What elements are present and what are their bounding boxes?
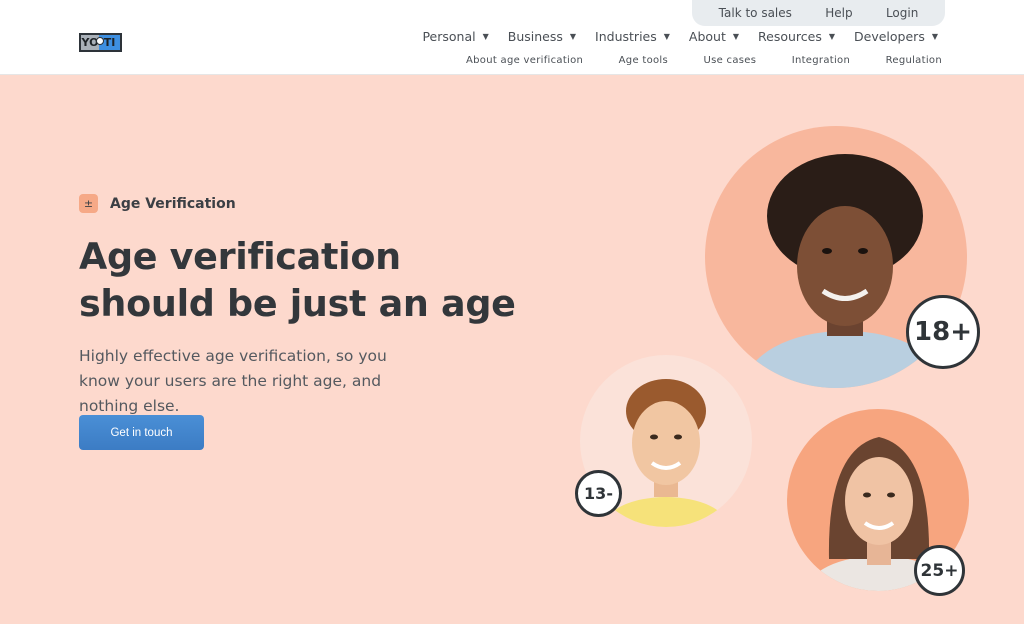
nav-item-about[interactable]: About ▼ — [689, 29, 739, 44]
nav-item-label: Personal — [422, 29, 476, 44]
nav-item-industries[interactable]: Industries ▼ — [595, 29, 670, 44]
chevron-down-icon: ▼ — [569, 32, 577, 41]
help-link[interactable]: Help — [825, 6, 852, 20]
chevron-down-icon: ▼ — [828, 32, 836, 41]
utility-nav: Talk to sales Help Login — [692, 0, 945, 26]
nav-item-label: Resources — [758, 29, 822, 44]
nav-item-resources[interactable]: Resources ▼ — [758, 29, 835, 44]
age-badge-25-plus: 25+ — [914, 545, 965, 596]
logo-dot-icon — [96, 37, 104, 45]
nav-item-business[interactable]: Business ▼ — [508, 29, 576, 44]
get-in-touch-button[interactable]: Get in touch — [79, 415, 204, 450]
chevron-down-icon: ▼ — [663, 32, 670, 41]
section-badge-label: Age Verification — [110, 195, 236, 212]
sub-nav-regulation[interactable]: Regulation — [886, 55, 942, 66]
nav-item-personal[interactable]: Personal ▼ — [422, 29, 488, 44]
hero-subtitle: Highly effective age verification, so yo… — [79, 347, 387, 415]
login-link[interactable]: Login — [886, 6, 918, 20]
talk-to-sales-link[interactable]: Talk to sales — [719, 6, 792, 20]
sub-nav-use-cases[interactable]: Use cases — [703, 55, 756, 66]
sub-nav-about-age-verification[interactable]: About age verification — [466, 55, 583, 66]
nav-item-label: Industries — [595, 29, 657, 44]
main-nav: Personal ▼ Business ▼ Industries ▼ About… — [422, 29, 938, 44]
chevron-down-icon: ▼ — [482, 32, 489, 41]
sub-nav-age-tools[interactable]: Age tools — [619, 55, 668, 66]
site-header: Talk to sales Help Login YO TI Personal … — [0, 0, 1024, 75]
chevron-down-icon: ▼ — [931, 32, 938, 41]
nav-item-label: About — [688, 29, 726, 44]
chevron-down-icon: ▼ — [732, 32, 740, 41]
nav-item-developers[interactable]: Developers ▼ — [854, 29, 938, 44]
nav-item-label: Developers — [854, 29, 925, 44]
hero-title: Age verification should be just an age — [79, 235, 516, 325]
plus-minus-icon: ± — [79, 194, 98, 213]
age-badge-13-minus: 13- — [575, 470, 622, 517]
yoti-logo[interactable]: YO TI — [79, 33, 122, 52]
nav-item-label: Business — [507, 29, 563, 44]
age-badge-18-plus: 18+ — [906, 295, 980, 369]
sub-nav-integration[interactable]: Integration — [792, 55, 850, 66]
section-badge: ± Age Verification — [79, 194, 236, 213]
sub-nav: About age verification Age tools Use cas… — [466, 55, 942, 66]
